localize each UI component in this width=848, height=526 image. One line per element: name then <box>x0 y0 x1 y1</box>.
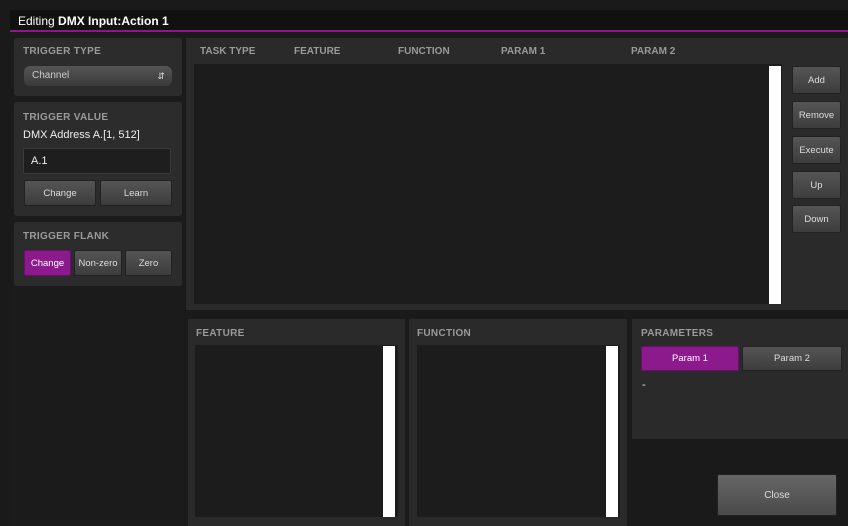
parameters-panel: PARAMETERS Param 1 Param 2 - <box>632 319 848 439</box>
close-button[interactable]: Close <box>717 474 837 516</box>
param-1-tab[interactable]: Param 1 <box>641 346 739 371</box>
up-button[interactable]: Up <box>792 171 841 199</box>
parameters-title: PARAMETERS <box>641 328 714 339</box>
task-list-scrollbar[interactable] <box>769 66 781 304</box>
change-button[interactable]: Change <box>24 180 96 206</box>
flank-zero-button[interactable]: Zero <box>125 250 172 276</box>
trigger-flank-title: TRIGGER FLANK <box>23 231 110 242</box>
function-panel: FUNCTION <box>409 319 627 526</box>
add-button[interactable]: Add <box>792 66 841 94</box>
window-title-name: DMX Input:Action 1 <box>58 14 169 28</box>
dmx-address-label: DMX Address A.[1, 512] <box>23 129 140 141</box>
col-param-2: PARAM 2 <box>631 46 676 57</box>
function-list-scrollbar[interactable] <box>606 346 618 517</box>
feature-list[interactable] <box>195 345 398 517</box>
trigger-type-select[interactable]: Channel ⇵ <box>24 66 172 86</box>
feature-title: FEATURE <box>196 328 245 339</box>
remove-button[interactable]: Remove <box>792 101 841 129</box>
col-param-1: PARAM 1 <box>501 46 546 57</box>
trigger-type-panel: TRIGGER TYPE Channel ⇵ <box>14 38 182 96</box>
task-list[interactable] <box>194 64 782 304</box>
function-title: FUNCTION <box>417 328 472 339</box>
trigger-value-input[interactable]: A.1 <box>23 148 171 174</box>
trigger-value-text: A.1 <box>31 155 48 167</box>
col-feature: FEATURE <box>294 46 341 57</box>
trigger-type-selected: Channel <box>32 70 70 81</box>
trigger-value-panel: TRIGGER VALUE DMX Address A.[1, 512] A.1… <box>14 102 182 216</box>
flank-change-button[interactable]: Change <box>24 250 71 276</box>
parameter-value: - <box>642 379 646 391</box>
trigger-type-title: TRIGGER TYPE <box>23 46 102 57</box>
window-title-bar: Editing DMX Input:Action 1 <box>10 10 848 32</box>
trigger-flank-panel: TRIGGER FLANK Change Non-zero Zero <box>14 222 182 286</box>
feature-list-scrollbar[interactable] <box>383 346 395 517</box>
window-title-prefix: Editing <box>18 14 59 28</box>
col-task-type: TASK TYPE <box>200 46 256 57</box>
execute-button[interactable]: Execute <box>792 136 841 164</box>
trigger-value-title: TRIGGER VALUE <box>23 112 109 123</box>
param-2-tab[interactable]: Param 2 <box>742 346 842 371</box>
col-function: FUNCTION <box>398 46 450 57</box>
select-arrows-icon: ⇵ <box>157 71 165 81</box>
flank-nonzero-button[interactable]: Non-zero <box>74 250 122 276</box>
down-button[interactable]: Down <box>792 205 841 233</box>
feature-panel: FEATURE <box>188 319 405 526</box>
learn-button[interactable]: Learn <box>100 180 172 206</box>
function-list[interactable] <box>417 345 620 517</box>
